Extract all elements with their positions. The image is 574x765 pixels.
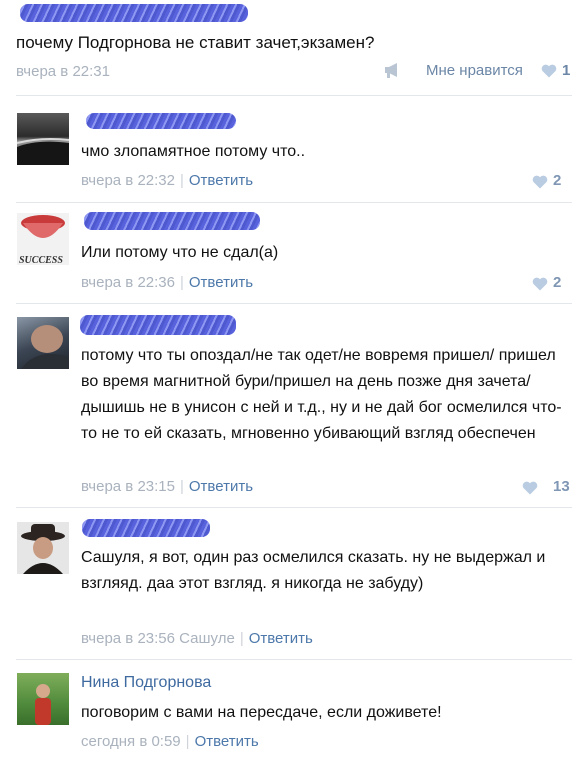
author-name-redacted bbox=[20, 4, 248, 22]
avatar-caption: SUCCESS bbox=[19, 255, 63, 265]
avatar[interactable] bbox=[17, 673, 69, 725]
comment-text: Или потому что не сдал(а) bbox=[81, 244, 279, 261]
avatar[interactable] bbox=[17, 113, 69, 165]
comment-meta: вчера в 22:36 | Ответить bbox=[81, 274, 253, 291]
share-megaphone-icon[interactable] bbox=[383, 62, 403, 78]
reply-to-name[interactable]: Сашуле bbox=[179, 630, 235, 647]
post-like-count: 1 bbox=[562, 62, 571, 79]
reply-button[interactable]: Ответить bbox=[189, 274, 253, 291]
separator: | bbox=[179, 274, 184, 291]
divider bbox=[16, 507, 572, 508]
comment-text: потому что ты опоздал/не так одет/не вов… bbox=[81, 347, 562, 442]
divider bbox=[16, 659, 572, 660]
comment-timestamp[interactable]: вчера в 23:15 bbox=[81, 478, 175, 495]
comment-text: чмо злопамятное потому что.. bbox=[81, 143, 306, 160]
post-timestamp[interactable]: вчера в 22:31 bbox=[16, 63, 110, 80]
heart-icon[interactable] bbox=[522, 481, 538, 495]
comment-timestamp[interactable]: вчера в 23:56 bbox=[81, 630, 175, 647]
like-button[interactable]: Мне нравится bbox=[426, 62, 523, 79]
reply-button[interactable]: Ответить bbox=[189, 478, 253, 495]
comment-meta: вчера в 22:32 | Ответить bbox=[81, 172, 253, 189]
commenter-name-redacted[interactable] bbox=[82, 519, 210, 537]
comment-like-count: 2 bbox=[553, 274, 562, 291]
comment-timestamp[interactable]: вчера в 22:32 bbox=[81, 172, 175, 189]
commenter-name-redacted[interactable] bbox=[84, 212, 260, 230]
divider bbox=[16, 95, 572, 96]
comment-timestamp[interactable]: сегодня в 0:59 bbox=[81, 733, 181, 750]
comment-text: Сашуля, я вот, один раз осмелился сказат… bbox=[81, 549, 546, 592]
heart-icon[interactable] bbox=[532, 277, 548, 291]
comment-like-count: 2 bbox=[553, 172, 562, 189]
divider bbox=[16, 202, 572, 203]
heart-icon[interactable] bbox=[532, 175, 548, 189]
divider bbox=[16, 303, 572, 304]
comment-meta: вчера в 23:15 | Ответить bbox=[81, 478, 253, 495]
commenter-name[interactable]: Нина Подгорнова bbox=[81, 674, 211, 692]
commenter-name-redacted[interactable] bbox=[80, 315, 236, 335]
avatar[interactable] bbox=[17, 317, 69, 369]
comment-meta: вчера в 23:56 Сашуле | Ответить bbox=[81, 630, 313, 647]
separator: | bbox=[179, 478, 184, 495]
heart-icon[interactable] bbox=[541, 64, 557, 78]
reply-button[interactable]: Ответить bbox=[249, 630, 313, 647]
comment-timestamp[interactable]: вчера в 22:36 bbox=[81, 274, 175, 291]
separator: | bbox=[185, 733, 190, 750]
separator: | bbox=[179, 172, 184, 189]
avatar[interactable]: SUCCESS bbox=[17, 213, 69, 265]
commenter-name-redacted[interactable] bbox=[86, 113, 236, 129]
comment-text: поговорим с вами на пересдаче, если дожи… bbox=[81, 704, 442, 721]
avatar[interactable] bbox=[17, 522, 69, 574]
post-text: почему Подгорнова не ставит зачет,экзаме… bbox=[16, 33, 375, 52]
comment-like-count: 13 bbox=[553, 478, 570, 495]
separator: | bbox=[239, 630, 244, 647]
comment-meta: сегодня в 0:59 | Ответить bbox=[81, 733, 259, 750]
reply-button[interactable]: Ответить bbox=[189, 172, 253, 189]
reply-button[interactable]: Ответить bbox=[195, 733, 259, 750]
